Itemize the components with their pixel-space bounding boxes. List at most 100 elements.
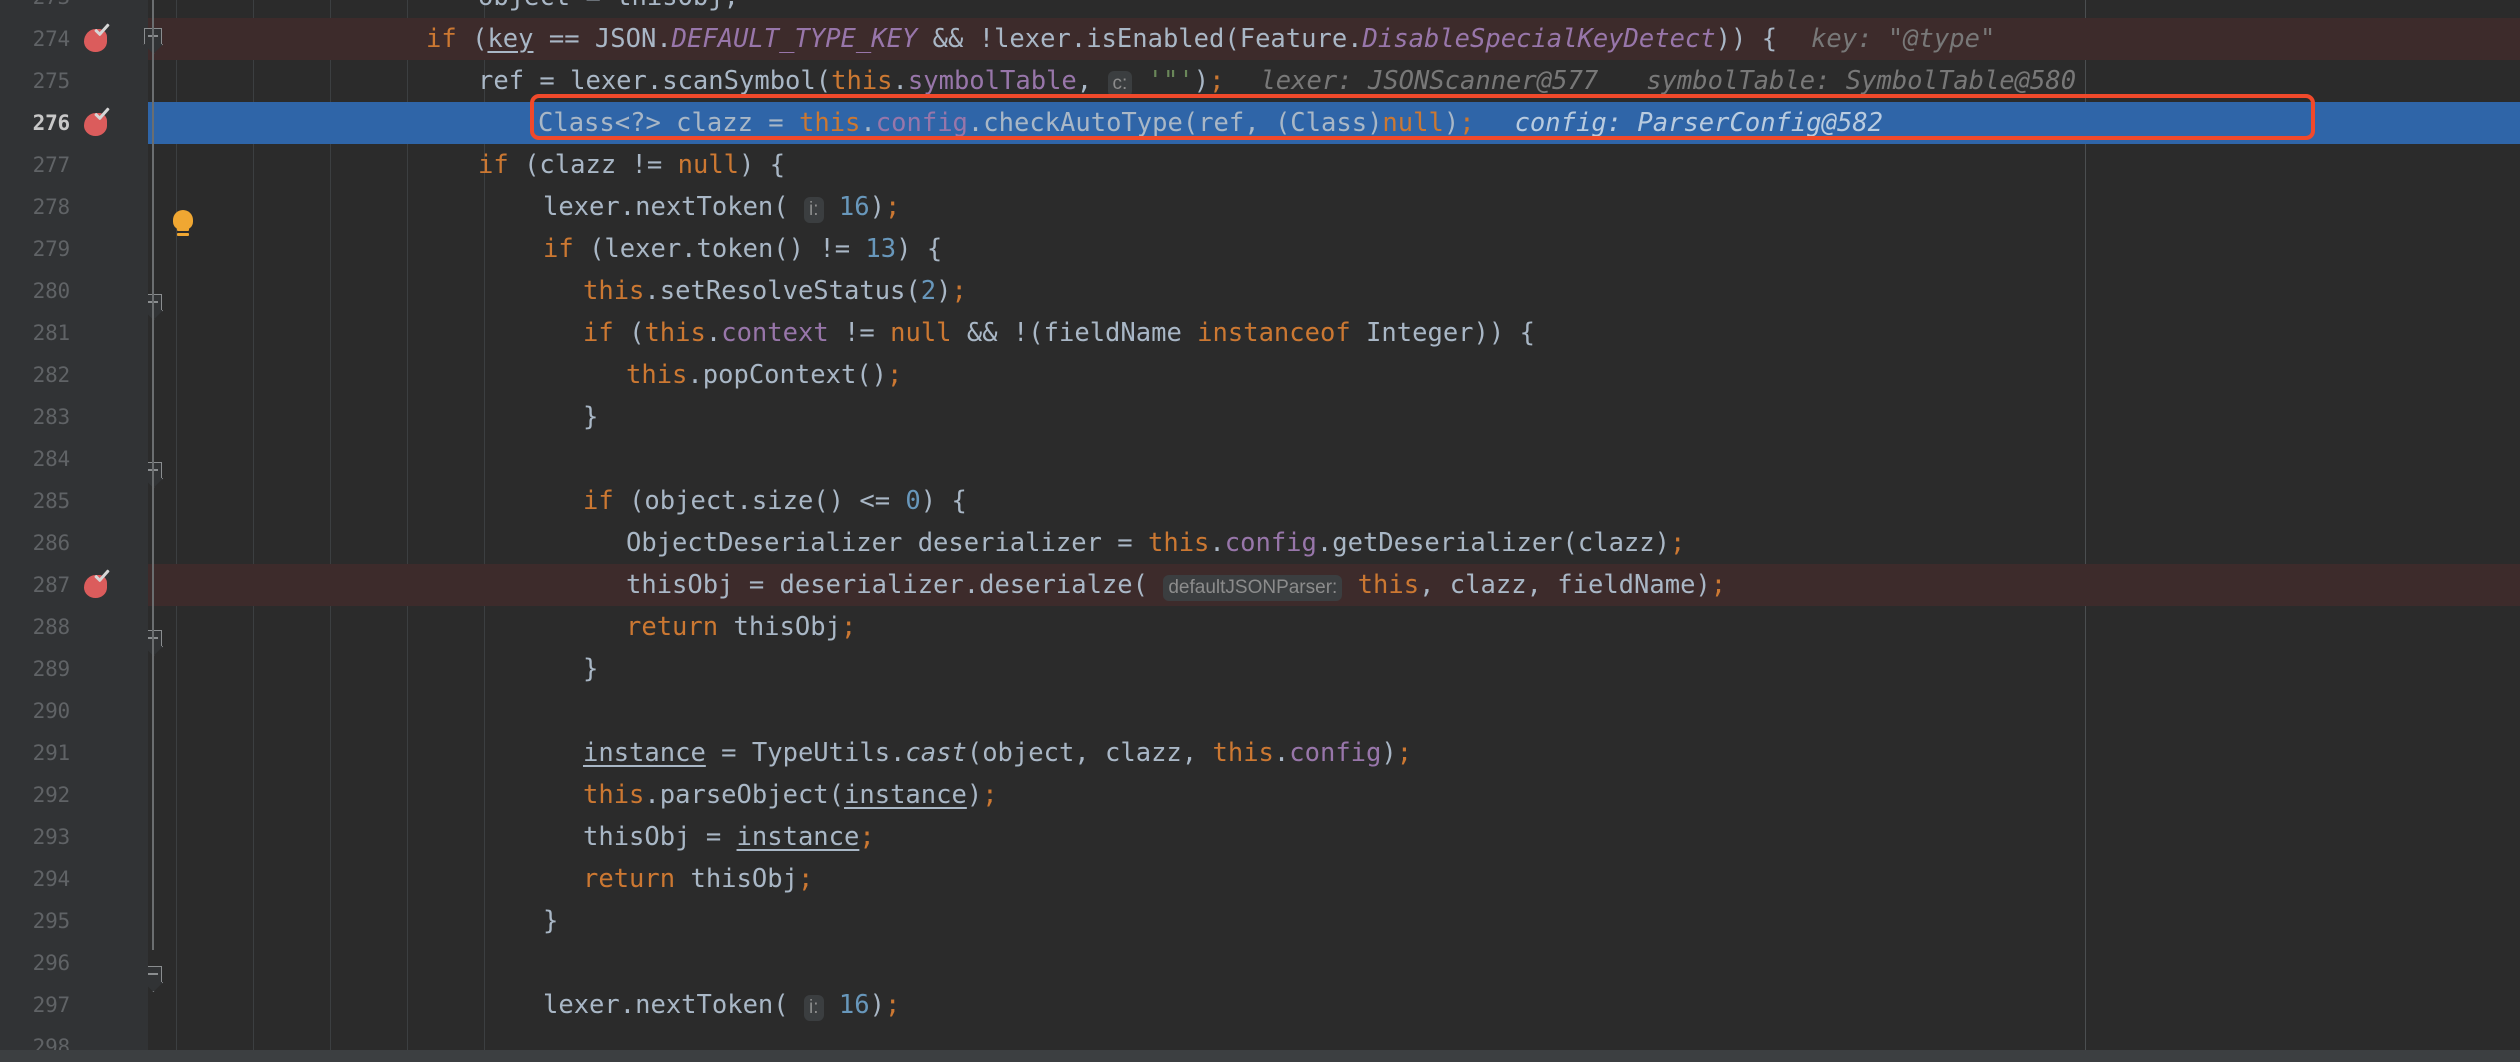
code-line-row[interactable]: 282 this.popContext(); bbox=[0, 354, 2520, 396]
code-text[interactable]: thisObj = deserializer.deserialze( defau… bbox=[148, 564, 2520, 606]
debugger-inline-hint: symbolTable: SymbolTable@580 bbox=[1646, 66, 2077, 96]
code-line-row[interactable]: 286 ObjectDeserializer deserializer = th… bbox=[0, 522, 2520, 564]
code-line-row[interactable]: 297 lexer.nextToken( i: 16); bbox=[0, 984, 2520, 1026]
line-gutter[interactable]: 275 bbox=[0, 60, 148, 102]
code-line-row[interactable]: 287 thisObj = deserializer.deserialze( d… bbox=[0, 564, 2520, 606]
code-line-row[interactable]: 285 if (object.size() <= 0) { bbox=[0, 480, 2520, 983]
line-number: 297 bbox=[32, 993, 71, 1017]
line-number: 281 bbox=[32, 321, 71, 345]
line-number: 285 bbox=[32, 489, 71, 513]
code-text[interactable]: object = thisObj; bbox=[148, 0, 2520, 18]
code-text[interactable]: Class<?> clazz = this.config.checkAutoTy… bbox=[148, 102, 2520, 144]
code-line-row[interactable]: 290 bbox=[0, 690, 2520, 732]
code-text[interactable]: this.setResolveStatus(2); bbox=[148, 270, 2520, 312]
code-text[interactable] bbox=[148, 690, 2520, 732]
code-text[interactable]: if (lexer.token() != 13) { bbox=[148, 228, 2520, 270]
code-text[interactable] bbox=[148, 438, 2520, 480]
line-gutter[interactable]: 277 bbox=[0, 144, 148, 186]
code-text[interactable]: lexer.nextToken( i: 16); bbox=[148, 984, 2520, 1026]
line-gutter[interactable]: 280 bbox=[0, 270, 148, 312]
code-line-row[interactable]: 277 if (clazz != null) { bbox=[0, 144, 2520, 311]
line-gutter[interactable]: 288 bbox=[0, 606, 148, 648]
code-text[interactable]: if (clazz != null) { bbox=[148, 144, 2520, 186]
code-text[interactable]: ObjectDeserializer deserializer = this.c… bbox=[148, 522, 2520, 564]
code-line-row[interactable]: 288 return thisObj; bbox=[0, 606, 2520, 648]
line-gutter[interactable]: 297 bbox=[0, 984, 148, 1026]
code-text[interactable] bbox=[148, 942, 2520, 984]
code-line-row[interactable]: 279 if (lexer.token() != 13) { bbox=[0, 228, 2520, 479]
fold-region-line bbox=[152, 0, 154, 160]
line-number: 274 bbox=[32, 27, 71, 51]
line-gutter[interactable]: 284 bbox=[0, 438, 148, 480]
code-line-row[interactable]: 273 object = thisObj; bbox=[0, 0, 2520, 18]
line-number: 287 bbox=[32, 573, 71, 597]
line-gutter[interactable]: 293 bbox=[0, 816, 148, 858]
code-line-row[interactable]: 294 return thisObj; bbox=[0, 858, 2520, 900]
breakpoint-icon[interactable] bbox=[82, 108, 112, 138]
line-gutter[interactable]: 279 bbox=[0, 228, 148, 270]
line-number: 292 bbox=[32, 783, 71, 807]
breakpoint-icon[interactable] bbox=[82, 24, 112, 54]
line-gutter[interactable]: 276 bbox=[0, 102, 148, 144]
line-gutter[interactable]: 282 bbox=[0, 354, 148, 396]
debugger-inline-hint: key: "@type" bbox=[1811, 24, 1996, 54]
parameter-hint: i: bbox=[804, 995, 824, 1021]
debugger-inline-hint: config: ParserConfig@582 bbox=[1514, 108, 1884, 138]
fold-region-line bbox=[152, 140, 154, 950]
code-line-row[interactable]: 274 if (key == JSON.DEFAULT_TYPE_KEY && … bbox=[0, 18, 2520, 60]
line-gutter[interactable]: 290 bbox=[0, 690, 148, 732]
code-line-row[interactable]: 275 ref = lexer.scanSymbol(this.symbolTa… bbox=[0, 60, 2520, 102]
code-text[interactable]: thisObj = instance; bbox=[148, 816, 2520, 858]
line-gutter[interactable]: 286 bbox=[0, 522, 148, 564]
line-gutter[interactable]: 278 bbox=[0, 186, 148, 228]
code-text[interactable]: this.parseObject(instance); bbox=[148, 774, 2520, 816]
parameter-hint: i: bbox=[804, 197, 824, 223]
code-line-row-current[interactable]: 276 Class<?> clazz = this.config.checkAu… bbox=[0, 102, 2520, 231]
breakpoint-icon[interactable] bbox=[82, 570, 112, 600]
code-line-row[interactable]: 278 lexer.nextToken( i: 16); bbox=[0, 186, 2520, 228]
code-text[interactable]: if (this.context != null && !(fieldName … bbox=[148, 312, 2520, 354]
code-line-row[interactable]: 295 } bbox=[0, 900, 2520, 942]
code-text[interactable]: this.popContext(); bbox=[148, 354, 2520, 396]
code-text[interactable]: return thisObj; bbox=[148, 858, 2520, 900]
line-gutter[interactable]: 294 bbox=[0, 858, 148, 900]
parameter-hint: defaultJSONParser: bbox=[1163, 575, 1343, 601]
line-gutter[interactable]: 283 bbox=[0, 396, 148, 438]
line-number: 275 bbox=[32, 69, 71, 93]
code-text[interactable]: } bbox=[148, 900, 2520, 942]
code-text[interactable]: } bbox=[148, 648, 2520, 690]
line-gutter[interactable]: 295 bbox=[0, 900, 148, 942]
code-text[interactable]: } bbox=[148, 396, 2520, 438]
line-gutter[interactable]: 292 bbox=[0, 774, 148, 816]
line-gutter[interactable]: 291 bbox=[0, 732, 148, 774]
line-gutter[interactable]: 281 bbox=[0, 312, 148, 354]
code-line-row[interactable]: 296 bbox=[0, 942, 2520, 984]
code-text[interactable]: instance = TypeUtils.cast(object, clazz,… bbox=[148, 732, 2520, 774]
code-line-row[interactable]: 283 } bbox=[0, 396, 2520, 438]
line-number: 291 bbox=[32, 741, 71, 765]
code-line-row[interactable]: 289 } bbox=[0, 648, 2520, 690]
code-text[interactable]: if (object.size() <= 0) { bbox=[148, 480, 2520, 522]
line-gutter[interactable]: 289 bbox=[0, 648, 148, 690]
line-gutter[interactable]: 285 bbox=[0, 480, 148, 522]
line-gutter[interactable]: 296 bbox=[0, 942, 148, 984]
code-line-row[interactable]: 292 this.parseObject(instance); bbox=[0, 774, 2520, 816]
code-line-row[interactable]: 281 if (this.context != null && !(fieldN… bbox=[0, 312, 2520, 647]
code-line-row[interactable]: 280 this.setResolveStatus(2); bbox=[0, 270, 2520, 312]
line-gutter[interactable]: 274 bbox=[0, 18, 148, 60]
editor-bottom-strip bbox=[0, 1050, 2520, 1062]
code-token: } bbox=[583, 654, 599, 684]
code-text[interactable]: ref = lexer.scanSymbol(this.symbolTable,… bbox=[148, 60, 2520, 102]
line-gutter[interactable]: 273 bbox=[0, 0, 148, 18]
code-token: } bbox=[543, 906, 559, 936]
code-line-row[interactable]: 291 instance = TypeUtils.cast(object, cl… bbox=[0, 732, 2520, 774]
code-editor[interactable]: 273 object = thisObj; 274 if (key == JSO… bbox=[0, 0, 2520, 1062]
code-text[interactable]: lexer.nextToken( i: 16); bbox=[148, 186, 2520, 228]
code-line-row[interactable]: 293 thisObj = instance; bbox=[0, 816, 2520, 858]
code-line-row[interactable]: 284 bbox=[0, 438, 2520, 480]
line-gutter[interactable]: 287 bbox=[0, 564, 148, 606]
line-number: 288 bbox=[32, 615, 71, 639]
code-text[interactable]: return thisObj; bbox=[148, 606, 2520, 648]
line-number: 289 bbox=[32, 657, 71, 681]
code-text[interactable]: if (key == JSON.DEFAULT_TYPE_KEY && !lex… bbox=[148, 18, 2520, 60]
